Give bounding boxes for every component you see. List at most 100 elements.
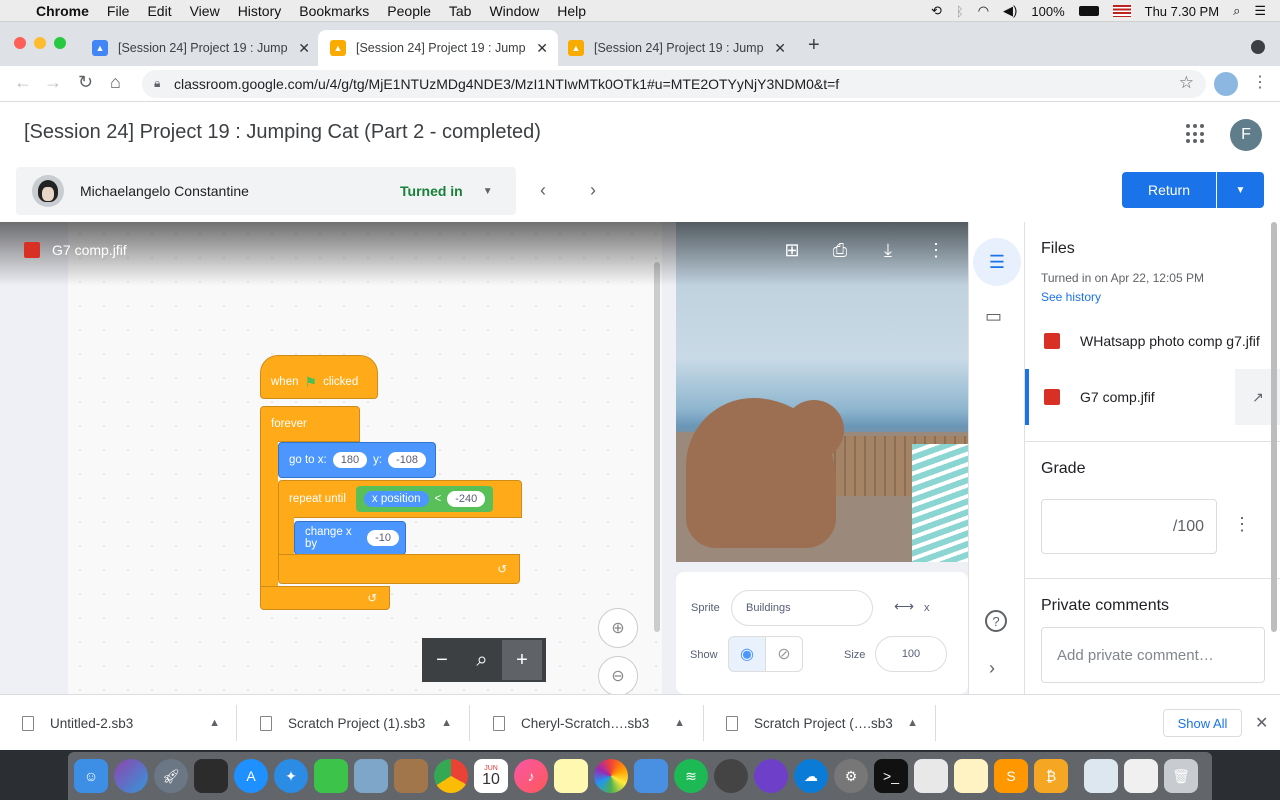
- download-icon[interactable]: ⤓: [876, 238, 900, 262]
- close-downloads-icon[interactable]: ✕: [1255, 713, 1268, 733]
- chrome-menu-icon[interactable]: ⋮: [1252, 72, 1268, 92]
- tab-close-icon[interactable]: ✕: [774, 40, 786, 57]
- lock-icon[interactable]: 🔒︎: [154, 76, 160, 91]
- keynote-icon[interactable]: [634, 759, 668, 793]
- battery-percent[interactable]: 100%: [1031, 4, 1064, 19]
- attachment-file-item-selected[interactable]: G7 comp.jfif ↗: [1025, 369, 1280, 425]
- files-tab-icon[interactable]: ☰: [973, 238, 1021, 286]
- wifi-icon[interactable]: ◠: [978, 3, 989, 19]
- notes-app-icon[interactable]: [394, 759, 428, 793]
- browser-tab-3[interactable]: ▲ [Session 24] Project 19 : Jump ✕: [556, 30, 796, 66]
- expand-panel-icon[interactable]: ›: [989, 658, 995, 679]
- window-close-button[interactable]: [14, 37, 26, 49]
- chevron-up-icon[interactable]: ▲: [674, 717, 685, 729]
- preview-icon[interactable]: [354, 759, 388, 793]
- volume-icon[interactable]: ◀): [1003, 3, 1017, 19]
- dashboard-icon[interactable]: [194, 759, 228, 793]
- launchpad-icon[interactable]: 🚀︎: [154, 759, 188, 793]
- finder-icon[interactable]: ☺: [74, 759, 108, 793]
- bookmark-star-icon[interactable]: ☆: [1179, 73, 1194, 93]
- download-item[interactable]: Scratch Project (….sb3 ▲: [704, 695, 934, 751]
- grade-more-icon[interactable]: ⋮: [1233, 514, 1251, 535]
- address-bar[interactable]: 🔒︎ classroom.google.com/u/4/g/tg/MjE1NTU…: [142, 70, 1206, 98]
- attachment-file-item[interactable]: WHatsapp photo comp g7.jfif: [1025, 313, 1280, 369]
- zoom-out-icon[interactable]: −: [422, 640, 462, 680]
- account-avatar[interactable]: F: [1230, 119, 1262, 151]
- notification-center-icon[interactable]: ☰: [1254, 3, 1266, 19]
- terminal-icon[interactable]: >_: [874, 759, 908, 793]
- github-desktop-icon[interactable]: [754, 759, 788, 793]
- menu-view[interactable]: View: [190, 3, 220, 19]
- safari-icon[interactable]: ✦: [274, 759, 308, 793]
- bitcoin-app-icon[interactable]: ₿: [1034, 759, 1068, 793]
- tab-close-icon[interactable]: ✕: [298, 40, 310, 57]
- side-panel-scrollbar[interactable]: [1271, 222, 1277, 632]
- document-icon[interactable]: [1084, 759, 1118, 793]
- window-minimize-button[interactable]: [34, 37, 46, 49]
- sublime-text-icon[interactable]: S: [994, 759, 1028, 793]
- menu-people[interactable]: People: [387, 3, 431, 19]
- scratch-scrollbar[interactable]: [654, 262, 660, 632]
- photos-icon[interactable]: [594, 759, 628, 793]
- scratch-zoom-in-icon[interactable]: ⊕: [598, 608, 638, 648]
- menu-bookmarks[interactable]: Bookmarks: [299, 3, 369, 19]
- zoom-reset-icon[interactable]: ⌕: [462, 640, 502, 680]
- browser-tab-2-active[interactable]: ▲ [Session 24] Project 19 : Jump ✕: [318, 30, 558, 66]
- onedrive-icon[interactable]: ☁: [794, 759, 828, 793]
- download-item[interactable]: Cheryl-Scratch….sb3 ▲: [471, 695, 701, 751]
- pages-icon[interactable]: [954, 759, 988, 793]
- add-comment-icon[interactable]: ⊞: [780, 238, 804, 262]
- return-button[interactable]: Return: [1122, 172, 1216, 208]
- browser-tab-1[interactable]: ▲ [Session 24] Project 19 : Jump ✕: [80, 30, 320, 66]
- scratch-zoom-out-icon[interactable]: ⊖: [598, 656, 638, 694]
- help-icon[interactable]: ?: [985, 610, 1007, 632]
- new-tab-icon[interactable]: +: [808, 34, 820, 57]
- chevron-up-icon[interactable]: ▲: [441, 717, 452, 729]
- menu-tab[interactable]: Tab: [449, 3, 472, 19]
- music-icon[interactable]: ♪: [514, 759, 548, 793]
- tab-close-icon[interactable]: ✕: [536, 40, 548, 57]
- apps-grid-icon[interactable]: [1186, 124, 1206, 144]
- menubar-clock[interactable]: Thu 7.30 PM: [1145, 4, 1219, 19]
- flag-icon[interactable]: [1112, 5, 1131, 17]
- back-icon[interactable]: ←: [14, 72, 32, 93]
- facetime-icon[interactable]: [314, 759, 348, 793]
- reload-icon[interactable]: ↻: [78, 72, 93, 93]
- bluetooth-icon[interactable]: ᛒ: [956, 4, 964, 19]
- calendar-icon[interactable]: JUN 10: [474, 759, 508, 793]
- chevron-up-icon[interactable]: ▲: [209, 717, 220, 729]
- spotify-icon[interactable]: ≋: [674, 759, 708, 793]
- home-icon[interactable]: ⌂: [110, 72, 121, 93]
- menu-help[interactable]: Help: [557, 3, 586, 19]
- return-dropdown-button[interactable]: ▼: [1217, 172, 1264, 208]
- siri-icon[interactable]: [114, 759, 148, 793]
- evernote-icon[interactable]: [714, 759, 748, 793]
- menu-window[interactable]: Window: [489, 3, 539, 19]
- download-item[interactable]: Scratch Project (1).sb3 ▲: [238, 695, 468, 751]
- grade-input[interactable]: /100: [1041, 499, 1217, 554]
- menu-edit[interactable]: Edit: [147, 3, 171, 19]
- chevron-down-icon[interactable]: ▼: [483, 186, 493, 197]
- chevron-up-icon[interactable]: ▲: [907, 717, 918, 729]
- private-comment-input[interactable]: Add private comment…: [1041, 627, 1265, 683]
- trash-icon[interactable]: 🗑︎: [1164, 759, 1198, 793]
- previous-student-icon[interactable]: ‹: [540, 180, 546, 201]
- chrome-icon[interactable]: [434, 759, 468, 793]
- tab-search-icon[interactable]: [1251, 40, 1265, 54]
- numbers-icon[interactable]: [914, 759, 948, 793]
- notes-icon[interactable]: [554, 759, 588, 793]
- spotlight-icon[interactable]: ⌕: [1233, 3, 1240, 19]
- more-options-icon[interactable]: ⋮: [924, 238, 948, 262]
- student-selector[interactable]: Michaelangelo Constantine Turned in ▼: [16, 167, 516, 215]
- forward-icon[interactable]: →: [44, 72, 62, 93]
- see-history-link[interactable]: See history: [1041, 290, 1101, 304]
- app-store-icon[interactable]: A: [234, 759, 268, 793]
- next-student-icon[interactable]: ›: [590, 180, 596, 201]
- comments-tab-icon[interactable]: ▭: [985, 306, 1002, 327]
- menu-app-name[interactable]: Chrome: [36, 3, 89, 19]
- menu-history[interactable]: History: [238, 3, 282, 19]
- zoom-in-icon[interactable]: +: [502, 640, 542, 680]
- menu-file[interactable]: File: [107, 3, 130, 19]
- profile-avatar[interactable]: [1214, 72, 1238, 96]
- system-preferences-icon[interactable]: ⚙: [834, 759, 868, 793]
